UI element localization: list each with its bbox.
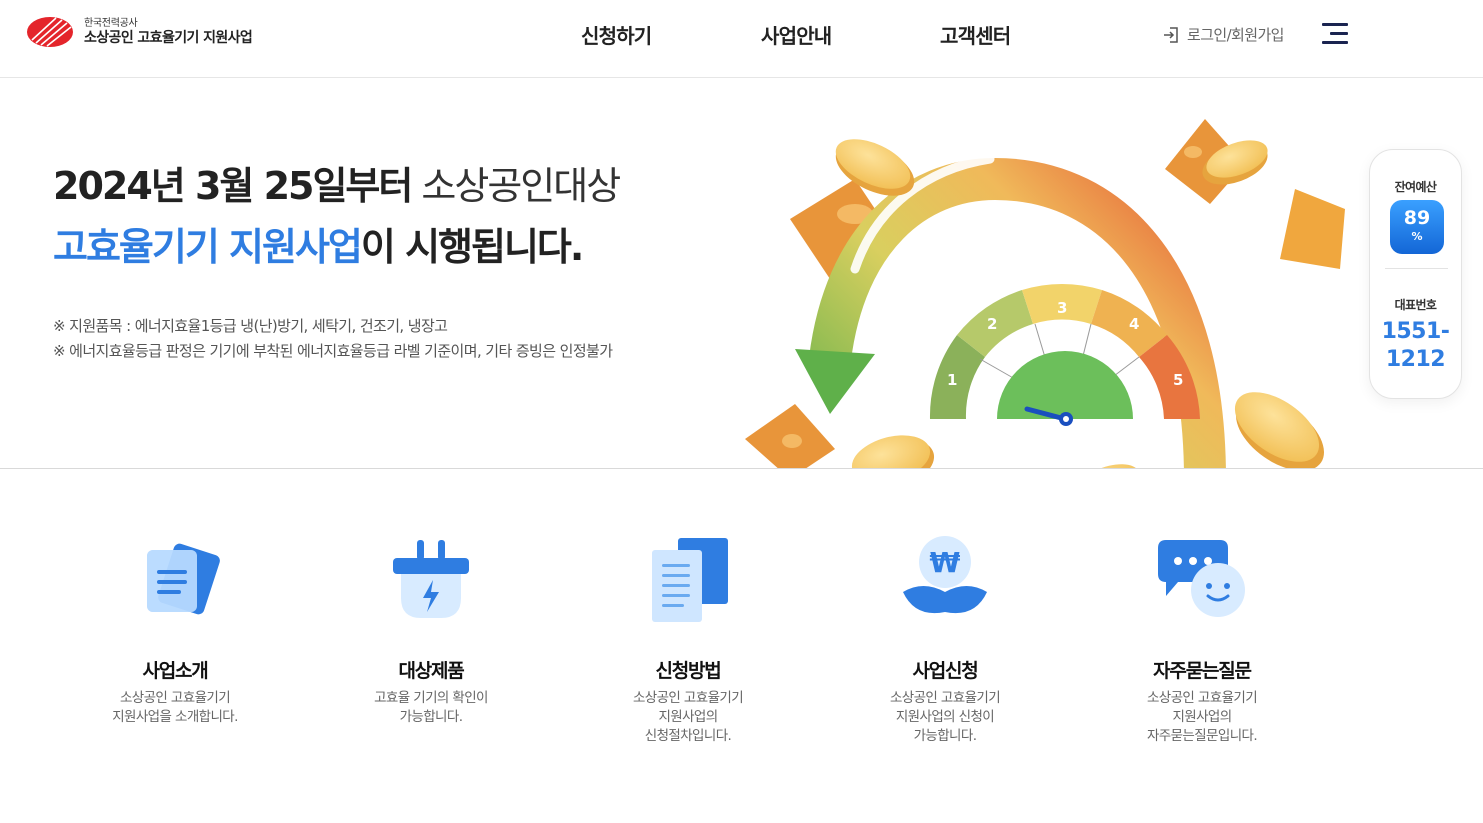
remaining-budget-value: 89 [1403,207,1431,229]
desc-line: 고효율 기기의 확인이 [374,690,488,706]
hero-notes: ※ 지원품목 : 에너지효율1등급 냉(난)방기, 세탁기, 건조기, 냉장고 … [53,314,613,364]
plug-icon [381,530,481,630]
phone-number-line1: 1551- [1381,319,1450,344]
quick-item-title: 사업소개 [142,660,208,682]
desc-line: 소상공인 고효율기기 [119,690,231,706]
quick-item-title: 사업신청 [912,660,978,682]
desc-line: 소상공인 고효율기기 [632,690,744,706]
login-icon [1164,26,1178,43]
hero-headline-2: 고효율기기 지원사업이 시행됩니다. [53,216,584,271]
quick-item-faq[interactable]: 자주묻는질문 소상공인 고효율기기 지원사업의 자주묻는질문입니다. [1102,530,1302,746]
hero-date: 2024년 3월 25일부터 [53,164,413,208]
desc-line: 지원사업의 신청이 [895,709,995,725]
quick-item-target-products[interactable]: 대상제품 고효율 기기의 확인이 가능합니다. [331,530,531,727]
desc-line: 지원사업을 소개합니다. [112,709,238,725]
quick-item-business-intro[interactable]: 사업소개 소상공인 고효율기기 지원사업을 소개합니다. [75,530,275,727]
desc-line: 자주묻는질문입니다. [1146,728,1258,744]
login-label: 로그인/회원가입 [1187,26,1284,44]
quick-item-desc: 소상공인 고효율기기 지원사업을 소개합니다. [75,689,275,727]
hero-program-name: 고효율기기 지원사업 [53,225,363,269]
remaining-budget-label: 잔여예산 [1394,180,1437,194]
hamburger-menu-icon[interactable] [1322,23,1348,45]
gauge-label-5: 5 [1173,371,1183,389]
gauge-label-2: 2 [987,315,997,333]
desc-line: 가능합니다. [913,728,977,744]
site-header: 한국전력공사 소상공인 고효율기기 지원사업 신청하기 사업안내 고객센터 로그… [0,0,1483,78]
gauge-label-4: 4 [1129,315,1139,333]
won-sprout-icon: ₩ [895,530,995,630]
phone-number-line2: 1212 [1385,347,1446,372]
hero-note-criteria: ※ 에너지효율등급 판정은 기기에 부착된 에너지효율등급 라벨 기준이며, 기… [53,342,613,360]
desc-line: 가능합니다. [399,709,463,725]
phone-number[interactable]: 1551- 1212 [1370,318,1461,374]
quick-item-desc: 소상공인 고효율기기 지원사업의 자주묻는질문입니다. [1102,689,1302,746]
nav-customer-center[interactable]: 고객센터 [940,20,1011,49]
quick-info-widget: 잔여예산 89 % 대표번호 1551- 1212 [1369,149,1462,399]
phone-label: 대표번호 [1394,298,1437,312]
remaining-budget-badge[interactable]: 89 % [1390,200,1444,254]
hero-note-items: ※ 지원품목 : 에너지효율1등급 냉(난)방기, 세탁기, 건조기, 냉장고 [53,317,448,335]
login-button[interactable]: 로그인/회원가입 [1162,24,1284,45]
hero-banner: 2024년 3월 25일부터 소상공인대상 고효율기기 지원사업이 시행됩니다.… [0,79,1483,469]
nav-business-info[interactable]: 사업안내 [761,20,832,49]
quick-item-how-to-apply[interactable]: 신청방법 소상공인 고효율기기 지원사업의 신청절차입니다. [588,530,788,746]
desc-line: 소상공인 고효율기기 [889,690,1001,706]
desc-line: 신청절차입니다. [644,728,732,744]
chat-bubble-icon [1152,530,1252,630]
quick-item-desc: 소상공인 고효율기기 지원사업의 신청이 가능합니다. [845,689,1045,746]
remaining-budget-unit: % [1411,230,1423,243]
gauge-label-1: 1 [947,371,957,389]
quick-item-title: 대상제품 [398,660,464,682]
desc-line: 지원사업의 [1172,709,1232,725]
document-icon [125,530,225,630]
hero-headline-1: 2024년 3월 25일부터 소상공인대상 [53,155,621,210]
quick-item-apply-business[interactable]: ₩ 사업신청 소상공인 고효율기기 지원사업의 신청이 가능합니다. [845,530,1045,746]
svg-text:₩: ₩ [930,546,961,579]
hero-headline-rest: 이 시행됩니다. [360,225,584,269]
hero-target: 소상공인대상 [411,164,621,208]
desc-line: 지원사업의 [658,709,718,725]
desc-line: 소상공인 고효율기기 [1146,690,1258,706]
quick-item-desc: 고효율 기기의 확인이 가능합니다. [331,689,531,727]
quick-item-title: 신청방법 [655,660,721,682]
efficiency-gauge-illustration: 1 2 3 4 5 [745,119,1345,468]
quick-item-desc: 소상공인 고효율기기 지원사업의 신청절차입니다. [588,689,788,746]
nav-apply[interactable]: 신청하기 [581,20,652,49]
quick-menu: 사업소개 소상공인 고효율기기 지원사업을 소개합니다. 대상제품 고효율 기기… [0,470,1483,823]
paper-stack-icon [638,530,738,630]
gauge-label-3: 3 [1057,299,1067,317]
quick-item-title: 자주묻는질문 [1153,660,1252,682]
widget-divider [1385,268,1448,269]
